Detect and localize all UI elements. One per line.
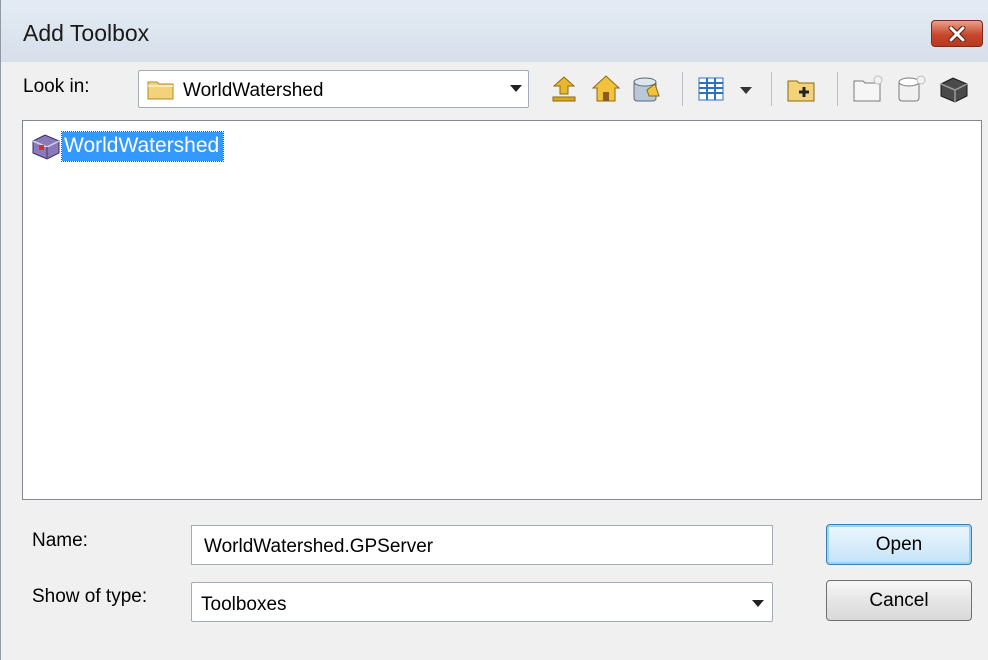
- show-of-type-value: Toolboxes: [201, 594, 287, 615]
- title-bar[interactable]: Add Toolbox: [1, 0, 988, 62]
- new-folder-icon[interactable]: [851, 72, 885, 106]
- open-button[interactable]: Open: [826, 524, 972, 565]
- up-one-level-icon[interactable]: [547, 72, 581, 106]
- cancel-button[interactable]: Cancel: [826, 580, 972, 621]
- home-icon[interactable]: [589, 72, 623, 106]
- list-item[interactable]: WorldWatershed: [30, 130, 225, 162]
- name-label: Name:: [32, 530, 88, 551]
- add-toolbox-dialog: Add Toolbox Look in: WorldWatershed Worl…: [0, 0, 988, 660]
- view-menu-icon[interactable]: [695, 72, 729, 106]
- look-in-value: WorldWatershed: [183, 80, 324, 101]
- new-toolbox-icon[interactable]: [937, 72, 971, 106]
- connect-to-folder-icon[interactable]: [785, 72, 819, 106]
- chevron-down-icon[interactable]: [510, 85, 522, 93]
- close-icon: [948, 25, 966, 42]
- show-of-type-label: Show of type:: [32, 586, 148, 607]
- look-in-label: Look in:: [23, 76, 90, 97]
- window-title: Add Toolbox: [23, 20, 150, 46]
- name-field[interactable]: WorldWatershed.GPServer: [191, 525, 773, 565]
- close-button[interactable]: [931, 20, 983, 47]
- chevron-down-icon[interactable]: [752, 600, 764, 608]
- folder-icon: [147, 81, 174, 100]
- show-of-type-dropdown[interactable]: Toolboxes: [191, 582, 773, 622]
- new-geodatabase-icon[interactable]: [893, 72, 927, 106]
- toolbar-separator: [682, 72, 683, 106]
- toolbox-icon: [32, 134, 60, 160]
- toolbar-separator: [837, 72, 838, 106]
- view-menu-chevron-down-icon[interactable]: [734, 72, 758, 106]
- list-item-label: WorldWatershed: [60, 130, 225, 162]
- look-in-dropdown[interactable]: WorldWatershed: [138, 70, 529, 108]
- toolbar-separator: [771, 72, 772, 106]
- go-to-default-geodatabase-icon[interactable]: [629, 72, 663, 106]
- file-list[interactable]: WorldWatershed: [22, 120, 982, 500]
